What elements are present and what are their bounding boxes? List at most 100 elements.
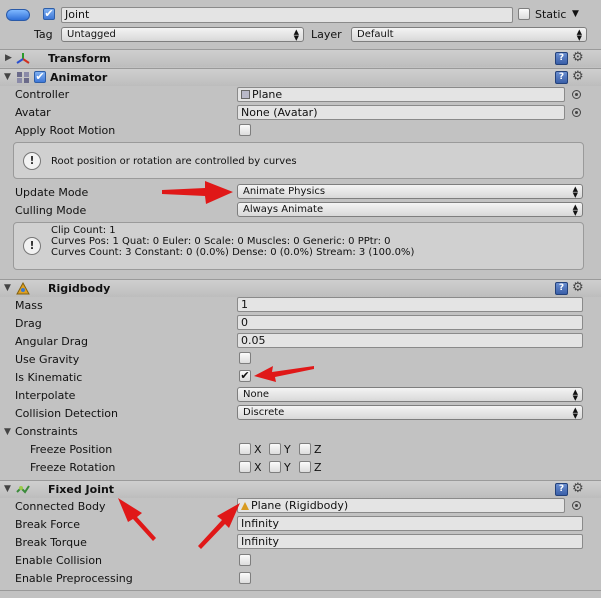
freeze-rotation-z-checkbox[interactable] bbox=[299, 461, 311, 473]
mass-field[interactable]: 1 bbox=[237, 297, 583, 312]
use-gravity-checkbox[interactable] bbox=[239, 352, 251, 364]
apply-root-motion-checkbox[interactable] bbox=[239, 124, 251, 136]
axis-y-label: Y bbox=[284, 461, 291, 474]
gear-icon[interactable]: ⚙ bbox=[572, 481, 584, 496]
drag-field[interactable]: 0 bbox=[237, 315, 583, 330]
tag-label: Tag bbox=[34, 28, 53, 41]
angular-drag-field[interactable]: 0.05 bbox=[237, 333, 583, 348]
enable-preprocessing-checkbox[interactable] bbox=[239, 572, 251, 584]
apply-root-motion-label: Apply Root Motion bbox=[15, 124, 116, 137]
help-icon[interactable]: ? bbox=[555, 483, 568, 496]
object-picker-icon[interactable] bbox=[572, 501, 581, 510]
dropdown-arrow-icon: ▲ ▼ bbox=[576, 28, 582, 42]
arrow-is-kinematic-icon bbox=[254, 366, 314, 382]
info-icon: ! bbox=[23, 237, 41, 255]
connected-body-field[interactable]: Plane (Rigidbody) bbox=[237, 498, 565, 513]
foldout-open-icon[interactable]: ▼ bbox=[4, 484, 11, 494]
update-mode-value: Animate Physics bbox=[243, 186, 326, 197]
constraints-foldout-icon[interactable]: ▼ bbox=[4, 427, 11, 437]
enable-collision-checkbox[interactable] bbox=[239, 554, 251, 566]
constraints-label[interactable]: Constraints bbox=[15, 425, 78, 438]
layer-dropdown[interactable]: Default ▲ ▼ bbox=[351, 27, 587, 42]
culling-mode-dropdown[interactable]: Always Animate ▲ ▼ bbox=[237, 202, 583, 217]
angular-drag-label: Angular Drag bbox=[15, 335, 88, 348]
help-icon[interactable]: ? bbox=[555, 52, 568, 65]
enable-collision-label: Enable Collision bbox=[15, 554, 103, 567]
transform-icon bbox=[16, 53, 30, 64]
arrow-update-mode-icon bbox=[162, 181, 233, 204]
fixed-joint-header[interactable]: ▼ Fixed Joint ? ⚙ bbox=[0, 480, 601, 498]
culling-mode-value: Always Animate bbox=[243, 204, 324, 215]
dropdown-arrow-icon: ▲ ▼ bbox=[572, 406, 578, 420]
clip-info-helpbox: ! Clip Count: 1 Curves Pos: 1 Quat: 0 Eu… bbox=[13, 222, 584, 270]
axis-x-label: X bbox=[254, 461, 262, 474]
object-icon bbox=[6, 9, 30, 21]
connected-body-value: Plane (Rigidbody) bbox=[251, 499, 349, 512]
help-icon[interactable]: ? bbox=[555, 282, 568, 295]
transform-title: Transform bbox=[48, 52, 111, 65]
break-force-field[interactable]: Infinity bbox=[237, 516, 583, 531]
culling-mode-label: Culling Mode bbox=[15, 204, 87, 217]
gear-icon[interactable]: ⚙ bbox=[572, 50, 584, 65]
freeze-position-z-checkbox[interactable] bbox=[299, 443, 311, 455]
controller-value: Plane bbox=[252, 88, 283, 101]
collision-detection-value: Discrete bbox=[243, 407, 285, 418]
is-kinematic-checkbox[interactable]: ✔ bbox=[239, 370, 251, 382]
arrow-connected-body-icon bbox=[198, 503, 240, 549]
animator-controller-icon bbox=[241, 90, 250, 99]
avatar-field[interactable]: None (Avatar) bbox=[237, 105, 565, 120]
check-icon: ✔ bbox=[44, 7, 54, 20]
animator-enabled-checkbox[interactable]: ✔ bbox=[34, 71, 46, 83]
foldout-closed-icon[interactable]: ▶ bbox=[5, 53, 12, 63]
axis-z-label: Z bbox=[314, 461, 322, 474]
object-name-field[interactable]: Joint bbox=[61, 7, 513, 23]
animator-header[interactable]: ▼ ✔ Animator ? ⚙ bbox=[0, 68, 601, 86]
animator-icon bbox=[17, 72, 29, 83]
foldout-open-icon[interactable]: ▼ bbox=[4, 283, 11, 293]
drag-label: Drag bbox=[15, 317, 42, 330]
arrow-fixed-joint-icon bbox=[118, 498, 156, 541]
rigidbody-title: Rigidbody bbox=[48, 282, 111, 295]
freeze-position-y-checkbox[interactable] bbox=[269, 443, 281, 455]
dropdown-arrow-icon: ▲ ▼ bbox=[572, 388, 578, 402]
curves-pos-text: Curves Pos: 1 Quat: 0 Euler: 0 Scale: 0 … bbox=[51, 236, 391, 247]
object-picker-icon[interactable] bbox=[572, 108, 581, 117]
object-active-checkbox[interactable]: ✔ bbox=[43, 8, 55, 20]
rigidbody-icon bbox=[16, 282, 30, 295]
static-checkbox[interactable] bbox=[518, 8, 530, 20]
freeze-rotation-y-checkbox[interactable] bbox=[269, 461, 281, 473]
transform-header[interactable]: ▶ Transform ? ⚙ bbox=[0, 49, 601, 67]
freeze-position-x-checkbox[interactable] bbox=[239, 443, 251, 455]
info-icon: ! bbox=[23, 152, 41, 170]
freeze-position-label: Freeze Position bbox=[30, 443, 113, 456]
foldout-open-icon[interactable]: ▼ bbox=[4, 72, 11, 82]
gear-icon[interactable]: ⚙ bbox=[572, 280, 584, 295]
help-icon[interactable]: ? bbox=[555, 71, 568, 84]
fixed-joint-title: Fixed Joint bbox=[48, 483, 115, 496]
check-icon: ✔ bbox=[240, 369, 250, 382]
enable-preprocessing-label: Enable Preprocessing bbox=[15, 572, 133, 585]
rigidbody-icon bbox=[241, 502, 249, 510]
layer-value: Default bbox=[357, 29, 394, 40]
freeze-rotation-label: Freeze Rotation bbox=[30, 461, 116, 474]
interpolate-label: Interpolate bbox=[15, 389, 76, 402]
controller-field[interactable]: Plane bbox=[237, 87, 565, 102]
update-mode-label: Update Mode bbox=[15, 186, 89, 199]
object-picker-icon[interactable] bbox=[572, 90, 581, 99]
root-motion-helpbox: ! Root position or rotation are controll… bbox=[13, 142, 584, 179]
break-torque-field[interactable]: Infinity bbox=[237, 534, 583, 549]
static-menu-icon[interactable]: ▼ bbox=[572, 9, 579, 19]
tag-dropdown[interactable]: Untagged ▲ ▼ bbox=[61, 27, 304, 42]
rigidbody-header[interactable]: ▼ Rigidbody ? ⚙ bbox=[0, 279, 601, 297]
interpolate-dropdown[interactable]: None ▲ ▼ bbox=[237, 387, 583, 402]
break-force-label: Break Force bbox=[15, 518, 80, 531]
freeze-rotation-x-checkbox[interactable] bbox=[239, 461, 251, 473]
use-gravity-label: Use Gravity bbox=[15, 353, 80, 366]
gear-icon[interactable]: ⚙ bbox=[572, 69, 584, 84]
update-mode-dropdown[interactable]: Animate Physics ▲ ▼ bbox=[237, 184, 583, 199]
collision-detection-dropdown[interactable]: Discrete ▲ ▼ bbox=[237, 405, 583, 420]
controller-label: Controller bbox=[15, 88, 70, 101]
static-label: Static bbox=[535, 8, 567, 21]
mass-label: Mass bbox=[15, 299, 43, 312]
connected-body-label: Connected Body bbox=[15, 500, 106, 513]
